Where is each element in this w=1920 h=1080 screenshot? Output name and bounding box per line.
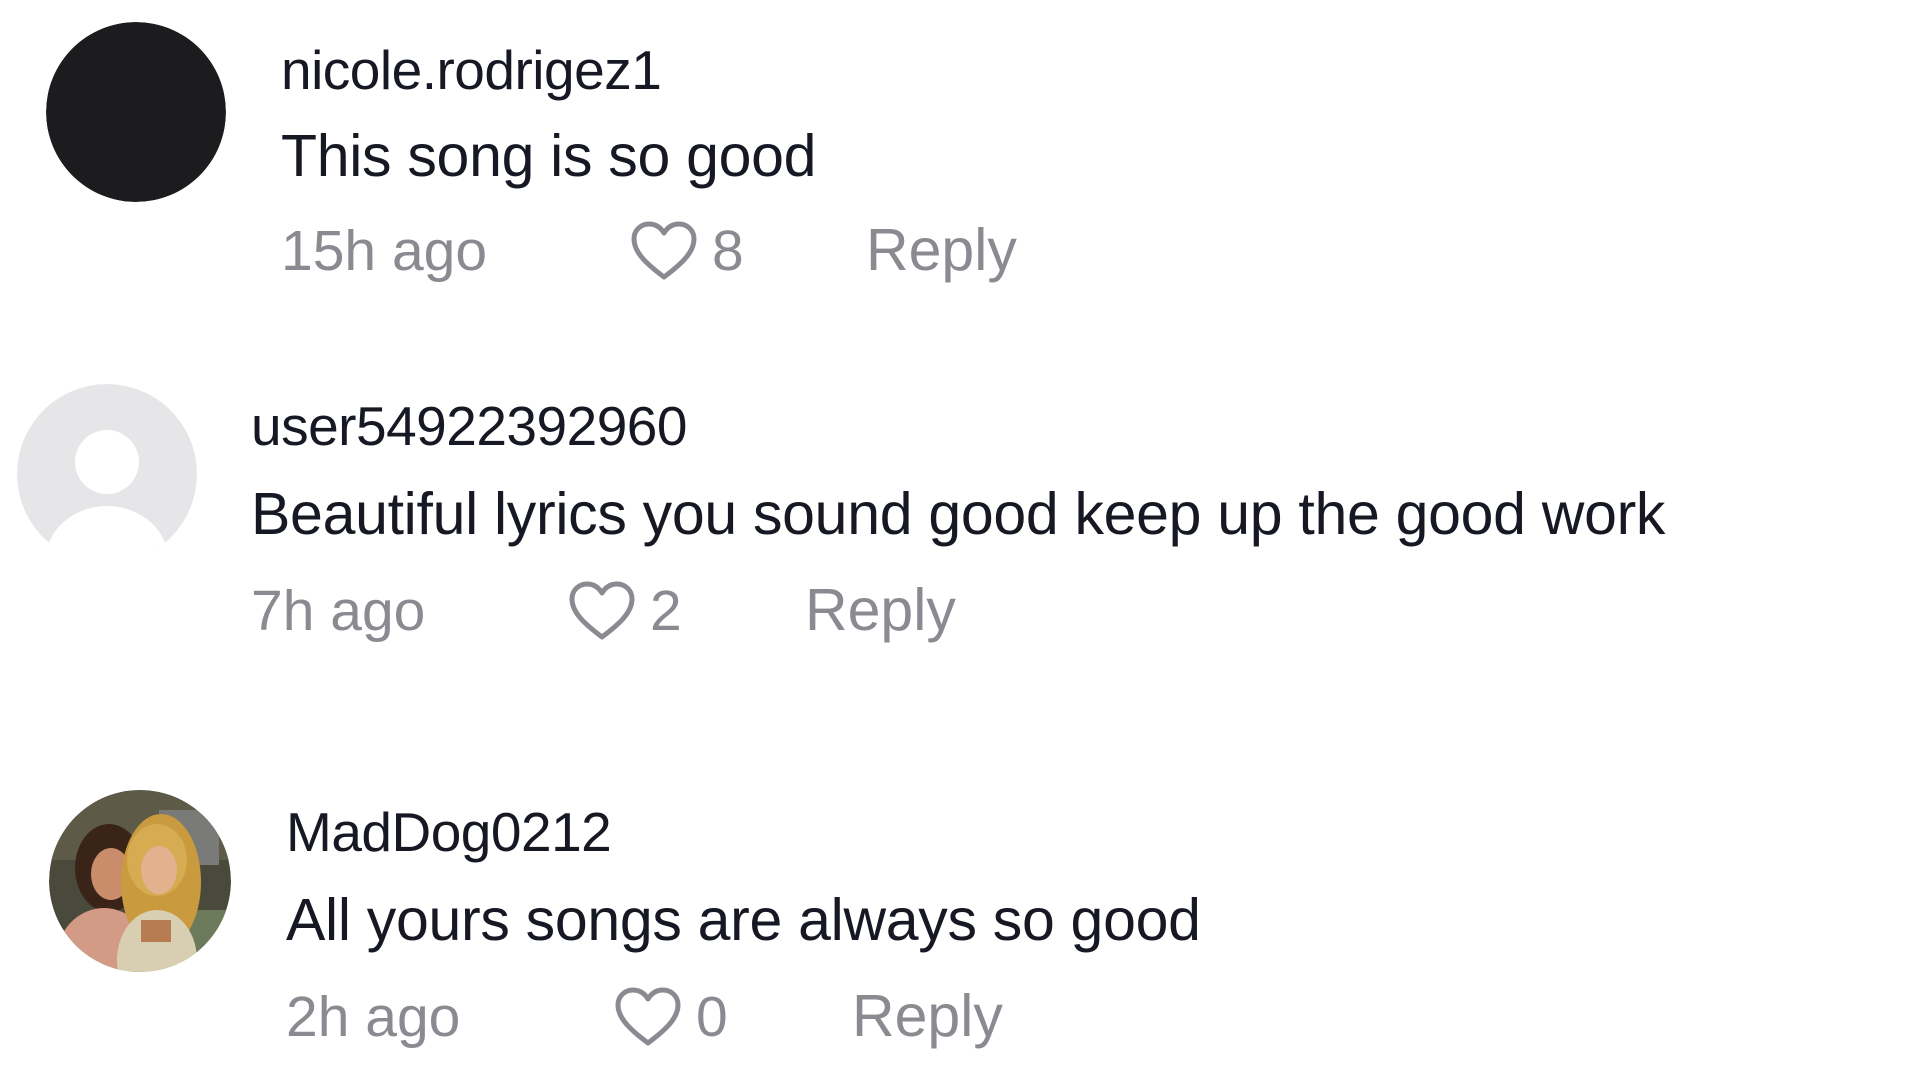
comment-item: user54922392960 Beautiful lyrics you sou… (0, 330, 1920, 740)
comment-text: All yours songs are always so good (286, 887, 1201, 953)
comment-item: MadDog0212 All yours songs are always so… (0, 740, 1920, 1080)
comment-timestamp: 7h ago (251, 579, 426, 643)
photo-avatar-image (49, 790, 231, 972)
like-button[interactable]: 8 (628, 218, 744, 284)
comment-timestamp: 15h ago (281, 219, 488, 283)
reply-button[interactable]: Reply (866, 216, 1017, 284)
like-count: 2 (650, 579, 682, 643)
comment-list: nicole.rodrigez1 This song is so good 15… (0, 0, 1920, 1080)
avatar[interactable] (17, 384, 197, 564)
heart-icon (612, 985, 684, 1049)
like-button[interactable]: 0 (612, 984, 728, 1050)
reply-button[interactable]: Reply (805, 576, 956, 644)
avatar[interactable] (46, 22, 226, 202)
comment-username[interactable]: nicole.rodrigez1 (281, 38, 662, 102)
comment-username[interactable]: user54922392960 (251, 394, 687, 458)
comment-item: nicole.rodrigez1 This song is so good 15… (0, 0, 1920, 330)
comment-timestamp: 2h ago (286, 985, 461, 1049)
comment-text: Beautiful lyrics you sound good keep up … (251, 481, 1666, 547)
reply-button[interactable]: Reply (852, 982, 1003, 1050)
heart-icon (566, 579, 638, 643)
like-count: 0 (696, 985, 728, 1049)
avatar[interactable] (49, 790, 231, 972)
comment-text: This song is so good (281, 123, 817, 189)
like-count: 8 (712, 219, 744, 283)
heart-icon (628, 219, 700, 283)
like-button[interactable]: 2 (566, 578, 682, 644)
comment-username[interactable]: MadDog0212 (286, 800, 612, 864)
